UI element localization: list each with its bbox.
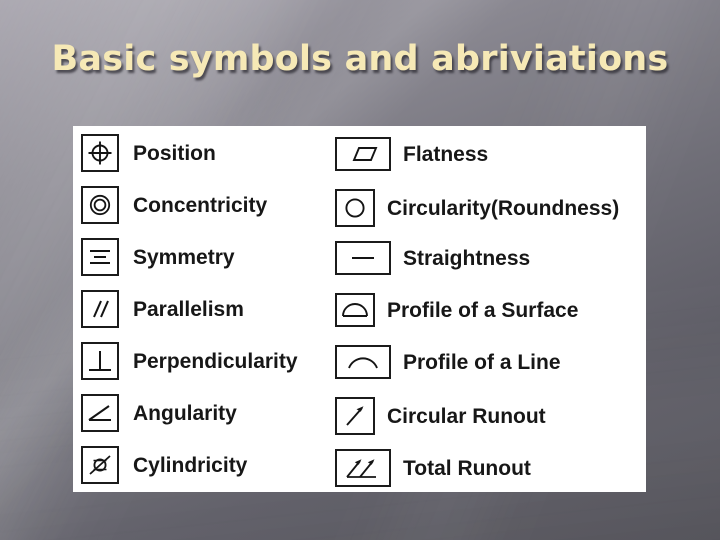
cylindricity-symbol — [81, 446, 119, 484]
slide-canvas: Basic symbols and abriviations Position — [0, 0, 720, 540]
symbol-label: Concentricity — [133, 193, 268, 217]
straightness-symbol — [335, 241, 391, 275]
symbol-row-profile-of-a-surface: Profile of a Surface — [335, 293, 578, 327]
circularity-symbol — [335, 189, 375, 227]
symbol-label: Profile of a Surface — [387, 298, 579, 322]
symbol-label: Parallelism — [133, 297, 244, 321]
symbol-row-perpendicularity: Perpendicularity — [81, 342, 298, 380]
symbol-row-circular-runout: Circular Runout — [335, 397, 546, 435]
symbol-label: Circularity(Roundness) — [387, 196, 620, 220]
symbol-label: Angularity — [133, 401, 237, 425]
symbol-row-position: Position — [81, 134, 216, 172]
slide-title: Basic symbols and abriviations — [51, 39, 669, 79]
angularity-symbol — [81, 394, 119, 432]
symbol-label: Flatness — [403, 142, 489, 166]
symbol-row-symmetry: Symmetry — [81, 238, 235, 276]
symbol-label: Perpendicularity — [133, 349, 298, 373]
symbols-panel: Position Concentricity Symmetry Parallel… — [73, 126, 646, 492]
symbol-row-parallelism: Parallelism — [81, 290, 244, 328]
perpendicularity-symbol — [81, 342, 119, 380]
symbol-label: Total Runout — [403, 456, 531, 480]
symbol-label: Cylindricity — [133, 453, 248, 477]
symbol-row-angularity: Angularity — [81, 394, 237, 432]
profile-of-a-surface-symbol — [335, 293, 375, 327]
symbol-row-profile-of-a-line: Profile of a Line — [335, 345, 561, 379]
symmetry-symbol — [81, 238, 119, 276]
parallelism-symbol — [81, 290, 119, 328]
symbol-row-cylindricity: Cylindricity — [81, 446, 247, 484]
total-runout-symbol — [335, 449, 391, 487]
symbol-row-concentricity: Concentricity — [81, 186, 267, 224]
symbol-label: Straightness — [403, 246, 531, 270]
symbol-label: Symmetry — [133, 245, 235, 269]
concentricity-symbol — [81, 186, 119, 224]
flatness-symbol — [335, 137, 391, 171]
symbol-label: Position — [133, 141, 216, 165]
circular-runout-symbol — [335, 397, 375, 435]
symbol-label: Circular Runout — [387, 404, 546, 428]
symbol-row-flatness: Flatness — [335, 137, 488, 171]
profile-of-a-line-symbol — [335, 345, 391, 379]
symbol-row-straightness: Straightness — [335, 241, 530, 275]
symbol-row-circularity: Circularity(Roundness) — [335, 189, 619, 227]
symbol-label: Profile of a Line — [403, 350, 561, 374]
symbol-row-total-runout: Total Runout — [335, 449, 531, 487]
position-symbol — [81, 134, 119, 172]
